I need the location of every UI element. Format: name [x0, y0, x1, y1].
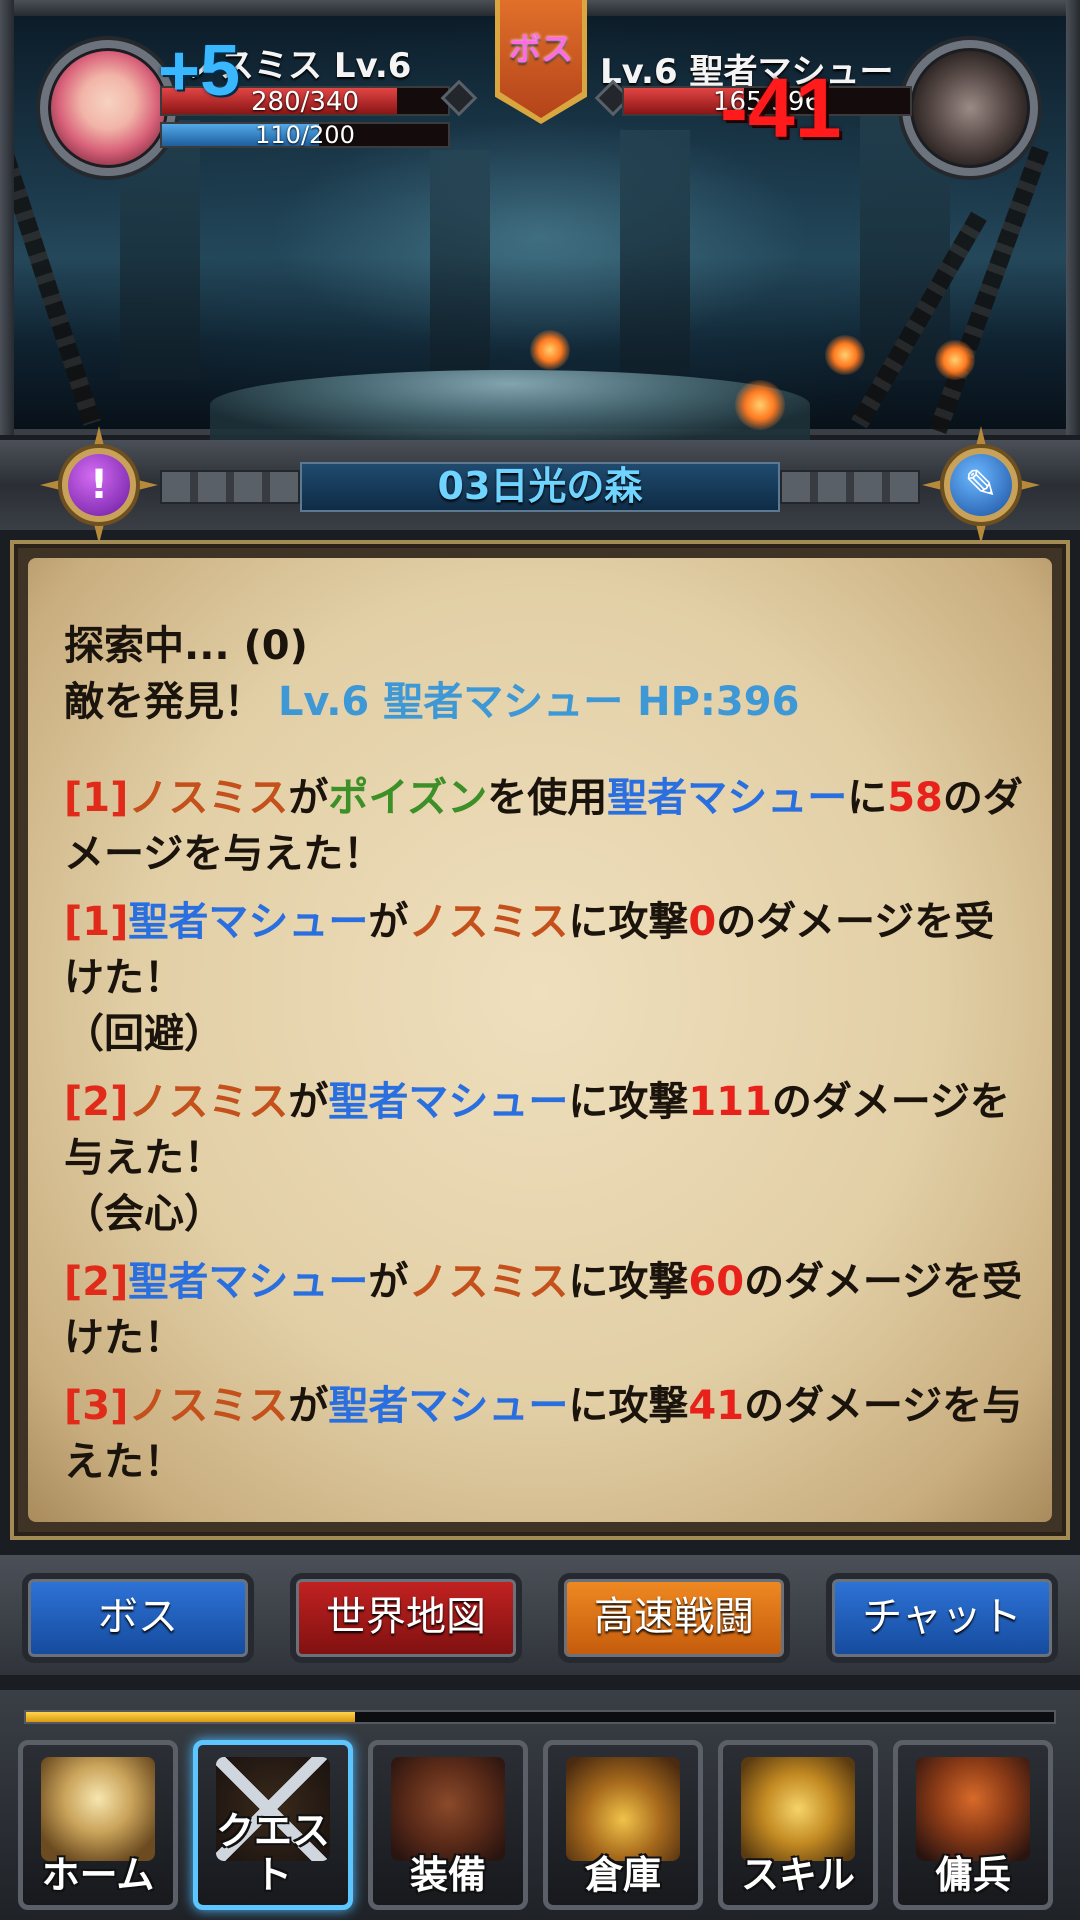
log-enemy-found: 敵を発見！ Lv.6 聖者マシュー HP:396	[64, 674, 1024, 730]
nav-label: クエスト	[215, 1809, 330, 1897]
nav-label: 装備	[409, 1853, 486, 1897]
boss-button[interactable]: ボス	[22, 1573, 254, 1663]
progress-bar	[24, 1710, 1056, 1724]
nav-skill[interactable]: スキル	[718, 1740, 878, 1910]
nav-home[interactable]: ホーム	[18, 1740, 178, 1910]
player-mp-bar: 110/200	[160, 122, 450, 148]
quill-list-icon: ✎	[964, 462, 998, 508]
log-entry: [3]ノスミスが聖者マシューに攻撃41のダメージを与えた！	[64, 1383, 1023, 1485]
home-shield-icon	[41, 1757, 155, 1861]
log-entry: [2]ノスミスが聖者マシューに攻撃111のダメージを与えた！ （会心）	[64, 1074, 1024, 1242]
log-entry: [1]聖者マシューがノスミスに攻撃0のダメージを受けた！ （回避）	[64, 894, 1024, 1062]
stage-title: 03日光の森	[437, 464, 643, 508]
found-enemy: Lv.6 聖者マシュー HP:396	[277, 679, 800, 725]
nav-quest[interactable]: クエスト	[193, 1740, 353, 1910]
nav-label: ホーム	[41, 1853, 155, 1897]
armor-icon	[391, 1757, 505, 1861]
nav-label: 倉庫	[584, 1853, 661, 1897]
nav-storage[interactable]: 倉庫	[543, 1740, 703, 1910]
battle-log[interactable]: 探索中... (0) 敵を発見！ Lv.6 聖者マシュー HP:396 [1]ノ…	[28, 558, 1052, 1522]
heal-number: +5	[158, 31, 241, 111]
nav-equipment[interactable]: 装備	[368, 1740, 528, 1910]
nav-mercenary[interactable]: 傭兵	[893, 1740, 1053, 1910]
log-note: （会心）	[64, 1191, 224, 1237]
boss-portrait	[902, 40, 1038, 176]
player-mp-text: 110/200	[255, 121, 355, 149]
damage-number: -41	[720, 61, 842, 155]
log-note: （回避）	[64, 1011, 224, 1057]
player-portrait	[40, 40, 176, 176]
exclamation-icon: !	[89, 462, 109, 508]
nav-label: スキル	[740, 1853, 855, 1897]
world-map-button[interactable]: 世界地図	[290, 1573, 522, 1663]
treasure-chest-icon	[566, 1757, 680, 1861]
quest-log-button[interactable]: ✎	[922, 426, 1040, 544]
spellbook-icon	[741, 1757, 855, 1861]
log-entry: [2]聖者マシューがノスミスに攻撃60のダメージを受けた！	[64, 1259, 1023, 1361]
found-prefix: 敵を発見！	[64, 679, 264, 725]
log-entry: [1]ノスミスがポイズンを使用聖者マシューに58のダメージを与えた！	[64, 775, 1023, 877]
nav-label: 傭兵	[934, 1853, 1011, 1897]
hooded-mercenary-icon	[916, 1757, 1030, 1861]
chat-button[interactable]: チャット	[826, 1573, 1058, 1663]
log-status-line: 探索中... (0)	[64, 623, 308, 669]
boss-banner-label: ボス	[508, 30, 573, 68]
alert-button[interactable]: !	[40, 426, 158, 544]
fast-battle-button[interactable]: 高速戦闘	[558, 1573, 790, 1663]
